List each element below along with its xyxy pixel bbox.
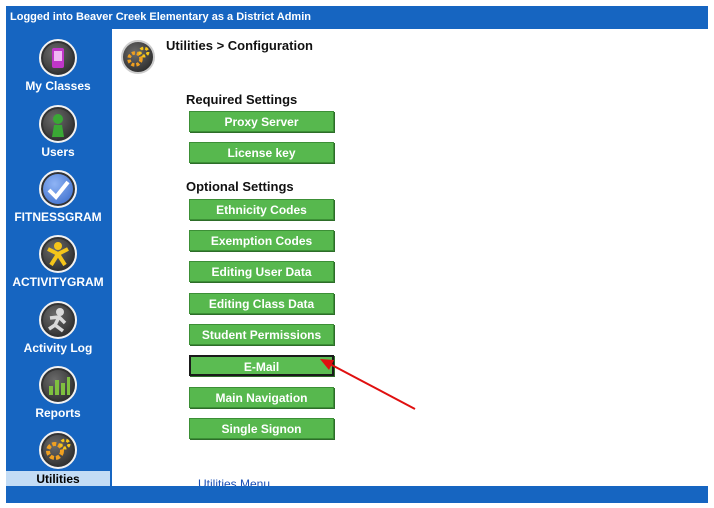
- reports-icon: [39, 366, 77, 404]
- activitygram-icon: [39, 235, 77, 273]
- login-status: Logged into Beaver Creek Elementary as a…: [10, 11, 311, 23]
- license-key-button[interactable]: License key: [189, 142, 334, 163]
- my-classes-icon: [39, 39, 77, 77]
- sidebar-item-reports[interactable]: Reports: [6, 366, 110, 420]
- app-frame: Logged into Beaver Creek Elementary as a…: [6, 6, 708, 503]
- proxy-server-button[interactable]: Proxy Server: [189, 111, 334, 132]
- users-icon: [39, 105, 77, 143]
- gears-icon: [121, 40, 155, 74]
- student-permissions-button[interactable]: Student Permissions: [189, 324, 334, 345]
- editing-class-data-button[interactable]: Editing Class Data: [189, 293, 334, 314]
- fitnessgram-icon: [39, 170, 77, 208]
- sidebar-item-label: ACTIVITYGRAM: [12, 275, 104, 289]
- activity-log-icon: [39, 301, 77, 339]
- ethnicity-codes-button[interactable]: Ethnicity Codes: [189, 199, 334, 220]
- sidebar-item-utilities[interactable]: Utilities: [6, 431, 110, 487]
- single-signon-button[interactable]: Single Signon: [189, 418, 334, 439]
- sidebar-item-label: My Classes: [25, 79, 91, 93]
- sidebar-item-my-classes[interactable]: My Classes: [6, 39, 110, 93]
- exemption-codes-button[interactable]: Exemption Codes: [189, 230, 334, 251]
- required-settings-heading: Required Settings: [186, 92, 298, 107]
- sidebar-item-label: Users: [41, 145, 75, 159]
- utilities-icon: [39, 431, 77, 469]
- sidebar-item-activitygram[interactable]: ACTIVITYGRAM: [6, 235, 110, 289]
- sidebar-item-label: FITNESSGRAM: [14, 210, 102, 224]
- optional-settings-heading: Optional Settings: [186, 179, 294, 194]
- sidebar: My Classes Users FITNESSGRAM ACTIVITYGRA…: [6, 29, 110, 489]
- sidebar-item-users[interactable]: Users: [6, 105, 110, 159]
- breadcrumb: Utilities > Configuration: [166, 38, 313, 53]
- bottom-bar: [6, 486, 708, 503]
- sidebar-item-fitnessgram[interactable]: FITNESSGRAM: [6, 170, 110, 224]
- main-content: Utilities > Configuration Required Setti…: [112, 29, 708, 491]
- sidebar-item-label: Activity Log: [23, 341, 93, 355]
- sidebar-item-label: Reports: [35, 406, 81, 420]
- sidebar-item-label: Utilities: [6, 471, 110, 487]
- annotation-arrow: [320, 359, 416, 410]
- sidebar-item-activity-log[interactable]: Activity Log: [6, 301, 110, 355]
- editing-user-data-button[interactable]: Editing User Data: [189, 261, 334, 282]
